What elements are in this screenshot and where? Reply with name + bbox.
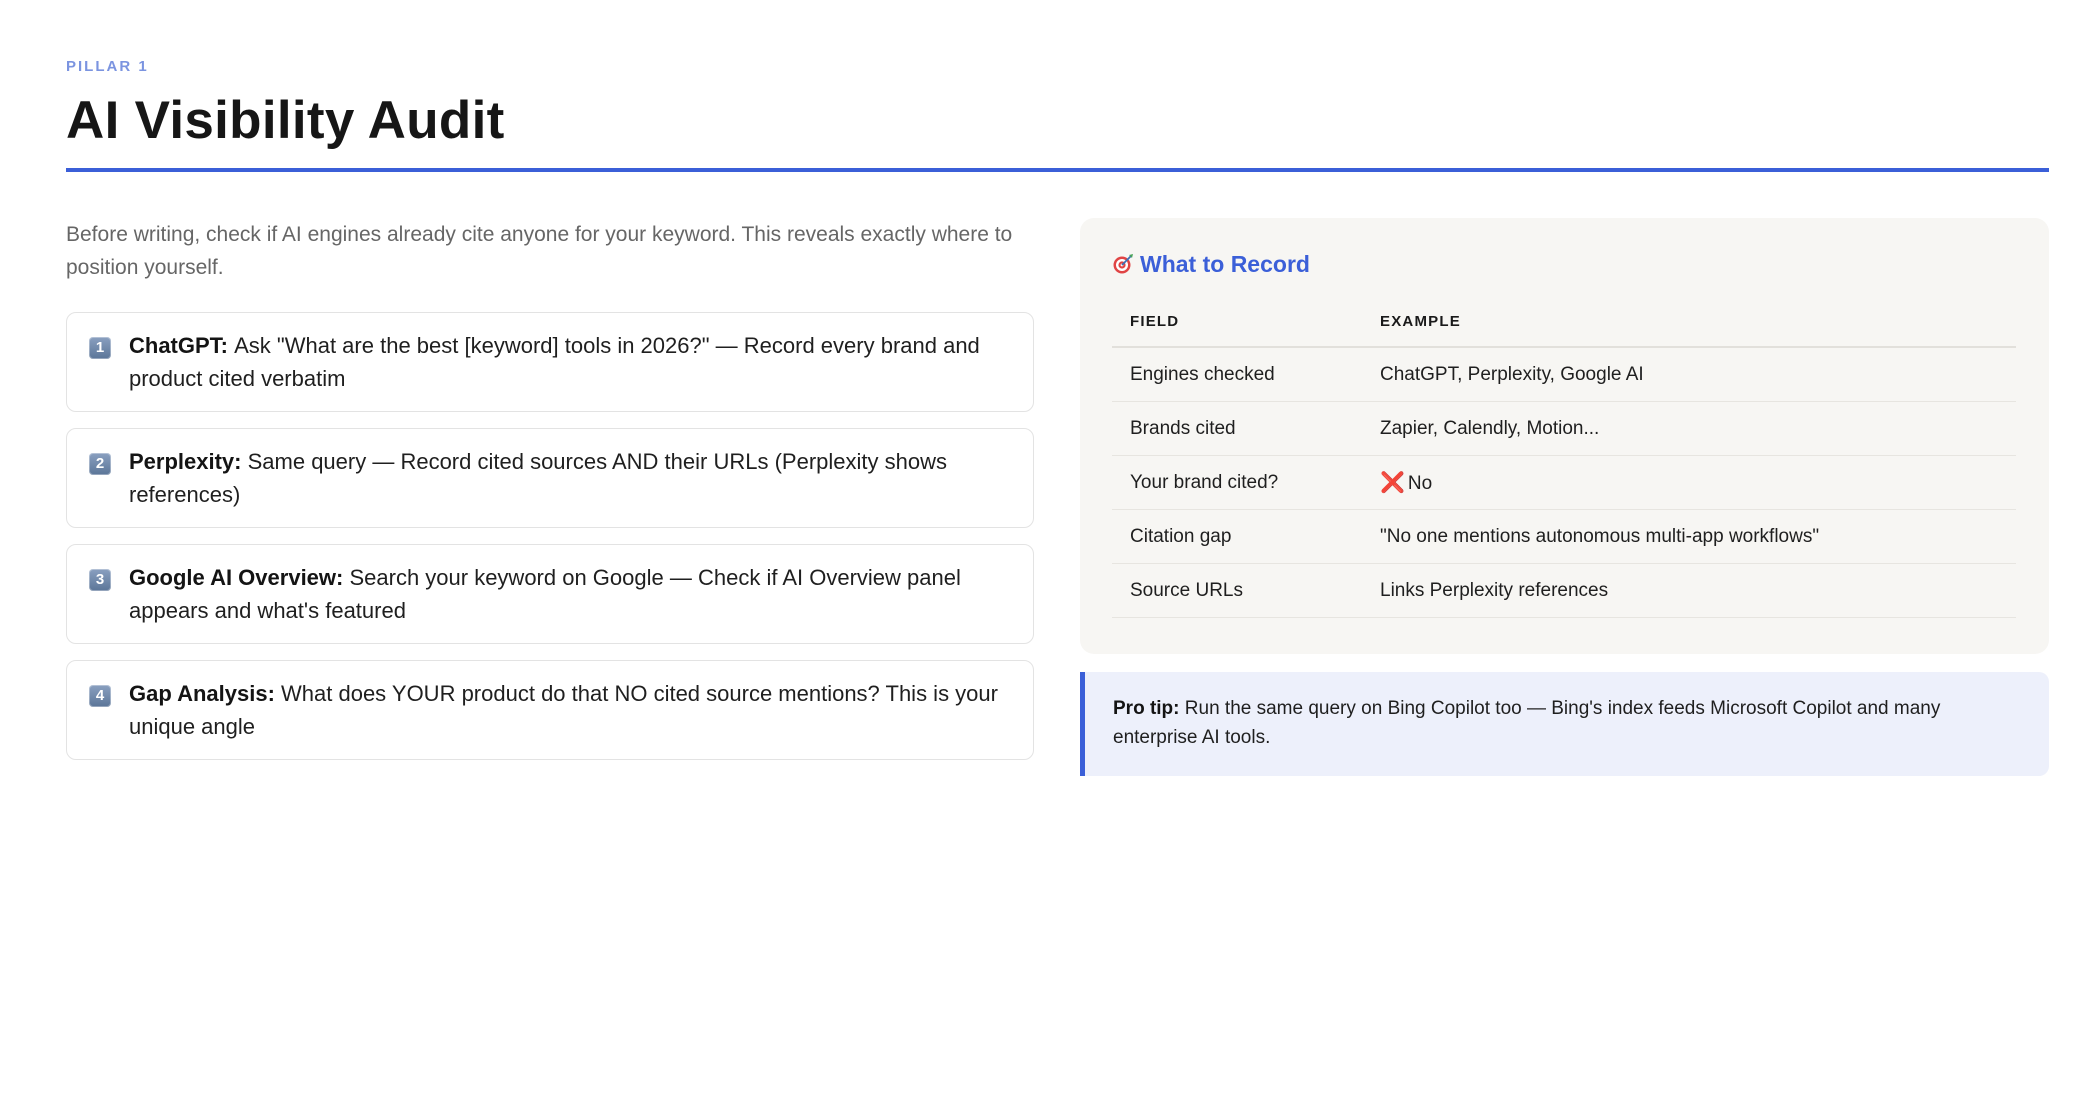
what-to-record-card: What to Record FIELD EXAMPLE Engines che…: [1080, 218, 2049, 654]
column-header-example: EXAMPLE: [1362, 296, 2016, 348]
record-table: FIELD EXAMPLE Engines checked ChatGPT, P…: [1112, 296, 2016, 618]
pro-tip-label: Pro tip:: [1113, 698, 1180, 719]
record-header: What to Record: [1112, 248, 2017, 280]
keycap-4-icon: 4: [89, 685, 111, 707]
step-text: Ask "What are the best [keyword] tools i…: [129, 333, 980, 391]
table-row: Engines checked ChatGPT, Perplexity, Goo…: [1112, 347, 2016, 402]
field-cell: Engines checked: [1112, 347, 1362, 402]
intro-text: Before writing, check if AI engines alre…: [66, 223, 1013, 279]
pro-tip-callout: Pro tip: Run the same query on Bing Copi…: [1080, 672, 2049, 776]
step-label: Gap Analysis:: [129, 681, 282, 706]
step-card-chatgpt: 1 ChatGPT: Ask "What are the best [keywo…: [66, 312, 1034, 412]
example-cell-with-mark: ❌ No: [1362, 455, 2016, 510]
step-card-perplexity: 2 Perplexity: Same query — Record cited …: [66, 428, 1034, 528]
example-cell: Zapier, Calendly, Motion...: [1362, 401, 2016, 456]
table-row: Brands cited Zapier, Calendly, Motion...: [1112, 401, 2016, 456]
example-cell: Links Perplexity references: [1362, 563, 2016, 618]
step-card-gap-analysis: 4 Gap Analysis: What does YOUR product d…: [66, 660, 1034, 760]
keycap-2-icon: 2: [89, 453, 111, 475]
pro-tip-text: Run the same query on Bing Copilot too —…: [1113, 698, 1941, 748]
keycap-1-icon: 1: [89, 337, 111, 359]
table-row: Source URLs Links Perplexity references: [1112, 563, 2016, 618]
column-header-field: FIELD: [1112, 296, 1362, 348]
page-title: AI Visibility Audit: [66, 91, 505, 150]
example-text: No: [1407, 473, 1433, 494]
cross-mark-icon: ❌: [1380, 472, 1405, 494]
example-cell: "No one mentions autonomous multi-app wo…: [1362, 509, 2016, 564]
record-title: What to Record: [1140, 250, 1310, 277]
step-card-google-ai-overview: 3 Google AI Overview: Search your keywor…: [66, 544, 1034, 644]
field-cell: Brands cited: [1112, 401, 1362, 456]
example-cell: ChatGPT, Perplexity, Google AI: [1362, 347, 2016, 402]
target-icon: [1113, 254, 1133, 274]
audit-steps-list: 1 ChatGPT: Ask "What are the best [keywo…: [66, 312, 1034, 776]
table-row: Your brand cited? ❌ No: [1112, 455, 2016, 510]
step-text: Same query — Record cited sources AND th…: [129, 449, 947, 507]
field-cell: Citation gap: [1112, 509, 1362, 564]
keycap-3-icon: 3: [89, 569, 111, 591]
field-cell: Source URLs: [1112, 563, 1362, 618]
step-label: ChatGPT:: [129, 333, 235, 358]
table-row: Citation gap "No one mentions autonomous…: [1112, 509, 2016, 564]
pillar-eyebrow: PILLAR 1: [66, 58, 149, 75]
field-cell: Your brand cited?: [1112, 455, 1362, 510]
step-label: Perplexity:: [129, 449, 248, 474]
title-divider: [66, 168, 2049, 172]
table-header-row: FIELD EXAMPLE: [1112, 296, 2016, 348]
step-label: Google AI Overview:: [129, 565, 350, 590]
